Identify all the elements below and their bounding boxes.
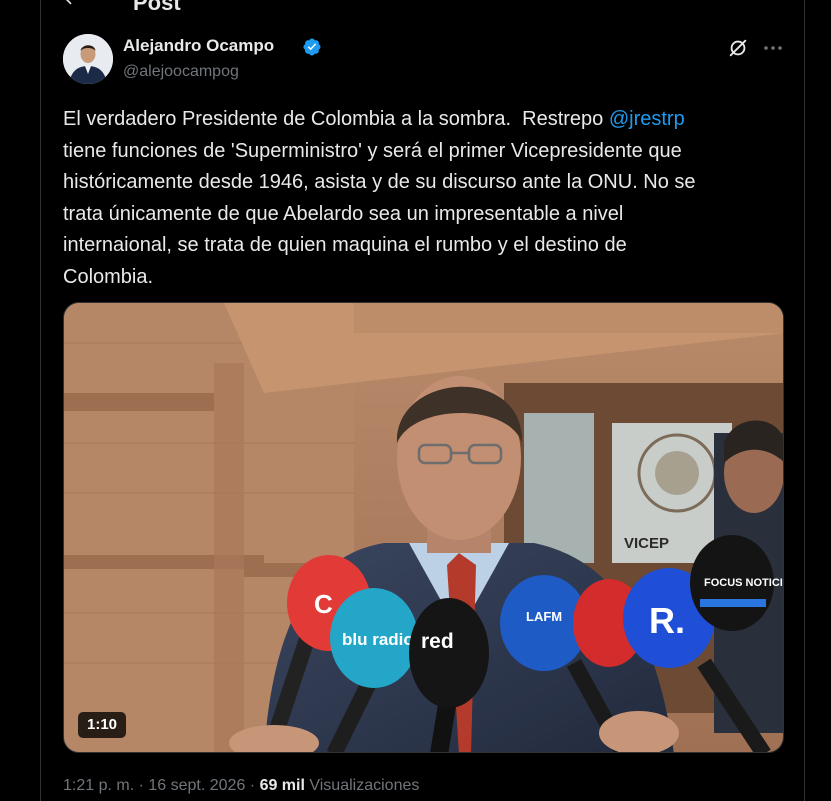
mic-label-focus: FOCUS NOTICIAS bbox=[704, 577, 784, 589]
tweet-text-part-1: El verdadero Presidente de Colombia a la… bbox=[63, 108, 609, 130]
views-label: Visualizaciones bbox=[304, 777, 420, 794]
mic-label-r: R. bbox=[649, 600, 685, 641]
post-header: Post bbox=[41, 0, 804, 14]
grok-icon[interactable] bbox=[727, 37, 749, 59]
page-title: Post bbox=[133, 0, 181, 14]
mention-link[interactable]: @jrestrp bbox=[609, 108, 685, 130]
author-name[interactable]: Alejandro Ocampo bbox=[123, 36, 274, 56]
verified-badge-icon[interactable] bbox=[302, 37, 322, 57]
mic-label-red: red bbox=[421, 630, 454, 653]
post-time[interactable]: 1:21 p. m. bbox=[63, 777, 134, 794]
meta-separator: · bbox=[134, 777, 149, 794]
video-duration-badge: 1:10 bbox=[78, 712, 127, 738]
mic-label-c: C bbox=[314, 589, 333, 619]
back-arrow-icon[interactable] bbox=[61, 0, 81, 8]
author-handle[interactable]: @alejoocampog bbox=[123, 63, 239, 81]
views-count: 69 mil bbox=[259, 777, 305, 794]
video-player[interactable]: VICEP C blu radio red LAFM R. FOCUS NOTI… bbox=[63, 302, 784, 753]
meta-separator: · bbox=[245, 777, 260, 794]
tweet-text: El verdadero Presidente de Colombia a la… bbox=[63, 104, 783, 293]
mic-label-lafm: LAFM bbox=[526, 609, 562, 624]
mic-label-blu: blu radio bbox=[342, 630, 414, 649]
sign-text: VICEP bbox=[624, 535, 669, 552]
tweet-text-part-2: tiene funciones de 'Superministro' y ser… bbox=[63, 139, 696, 288]
video-frame: VICEP C blu radio red LAFM R. FOCUS NOTI… bbox=[64, 303, 784, 752]
avatar[interactable] bbox=[63, 34, 113, 84]
more-icon[interactable] bbox=[761, 36, 785, 60]
post-date[interactable]: 16 sept. 2026 bbox=[148, 777, 245, 794]
post-meta: 1:21 p. m. · 16 sept. 2026 · 69 mil Visu… bbox=[63, 777, 419, 795]
post-column: Post Alejandro Ocampo @alejoocampog El v… bbox=[40, 0, 805, 801]
